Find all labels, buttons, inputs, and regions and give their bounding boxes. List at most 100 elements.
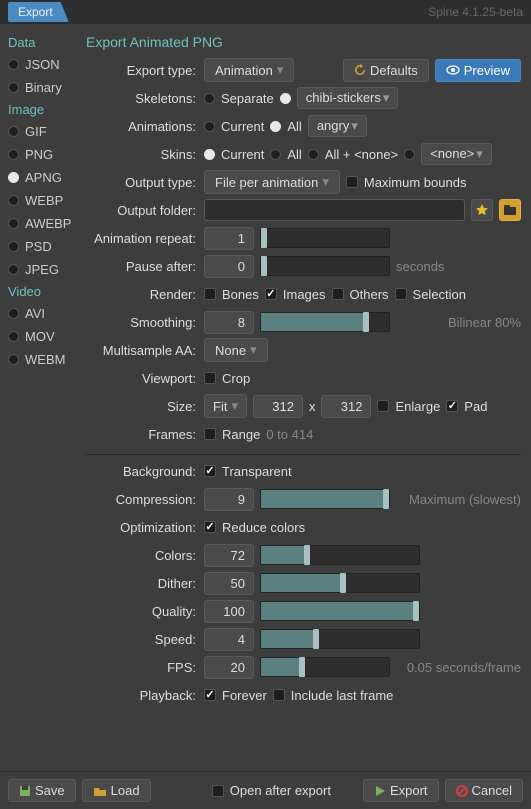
- skin-all-radio[interactable]: [270, 149, 281, 160]
- cancel-icon: [456, 785, 468, 797]
- msaa-label: Multisample AA:: [86, 343, 198, 358]
- anim-all-radio[interactable]: [270, 121, 281, 132]
- anim-current-radio[interactable]: [204, 121, 215, 132]
- reduce-colors-check[interactable]: [204, 521, 216, 533]
- skin-none-radio[interactable]: [404, 149, 415, 160]
- pause-after-value[interactable]: 0: [204, 255, 254, 278]
- sidebar-item-label: WEBP: [25, 193, 63, 208]
- anim-repeat-value[interactable]: 1: [204, 227, 254, 250]
- sidebar-item-apng[interactable]: APNG: [4, 166, 76, 189]
- export-tab[interactable]: Export: [8, 2, 69, 22]
- fps-label: FPS:: [86, 660, 198, 675]
- render-images-check[interactable]: [265, 288, 277, 300]
- sidebar-item-label: GIF: [25, 124, 47, 139]
- size-pad-check[interactable]: [446, 400, 458, 412]
- sidebar-item-jpeg[interactable]: JPEG: [4, 258, 76, 281]
- maxbounds-check[interactable]: [346, 176, 358, 188]
- skin-allnone-radio[interactable]: [308, 149, 319, 160]
- skeletons-separate-radio[interactable]: [204, 93, 215, 104]
- favorite-button[interactable]: [471, 199, 493, 221]
- output-folder-label: Output folder:: [86, 203, 198, 218]
- compression-slider[interactable]: [260, 489, 390, 509]
- fps-info: 0.05 seconds/frame: [407, 660, 521, 675]
- size-enlarge-text: Enlarge: [395, 399, 440, 414]
- export-type-select[interactable]: Animation▾: [204, 58, 294, 82]
- skin-none-tag[interactable]: <none>▾: [421, 143, 492, 165]
- browse-button[interactable]: [499, 199, 521, 221]
- render-bones-check[interactable]: [204, 288, 216, 300]
- skin-current-text: Current: [221, 147, 264, 162]
- sidebar-item-json[interactable]: JSON: [4, 53, 76, 76]
- cancel-button[interactable]: Cancel: [445, 779, 523, 802]
- main-panel: Export Animated PNG Export type: Animati…: [80, 24, 531, 771]
- sidebar-item-label: JSON: [25, 57, 60, 72]
- anim-tag[interactable]: angry▾: [308, 115, 367, 137]
- sidebar-item-png[interactable]: PNG: [4, 143, 76, 166]
- size-pad-text: Pad: [464, 399, 487, 414]
- skeletons-list-radio[interactable]: [280, 93, 291, 104]
- fps-value[interactable]: 20: [204, 656, 254, 679]
- eye-icon: [446, 65, 460, 75]
- quality-slider[interactable]: [260, 601, 420, 621]
- sidebar-item-webp[interactable]: WEBP: [4, 189, 76, 212]
- dither-slider[interactable]: [260, 573, 420, 593]
- quality-value[interactable]: 100: [204, 600, 254, 623]
- sidebar-item-label: AWEBP: [25, 216, 71, 231]
- radio-icon: [8, 82, 19, 93]
- size-fit-select[interactable]: Fit▾: [204, 394, 247, 418]
- anim-repeat-label: Animation repeat:: [86, 231, 198, 246]
- pause-after-label: Pause after:: [86, 259, 198, 274]
- msaa-select[interactable]: None▾: [204, 338, 268, 362]
- sidebar-item-label: PSD: [25, 239, 52, 254]
- background-transparent-check[interactable]: [204, 465, 216, 477]
- pause-after-slider[interactable]: [260, 256, 390, 276]
- render-selection-check[interactable]: [395, 288, 407, 300]
- smoothing-value[interactable]: 8: [204, 311, 254, 334]
- sidebar-item-avi[interactable]: AVI: [4, 302, 76, 325]
- sidebar-item-awebp[interactable]: AWEBP: [4, 212, 76, 235]
- sidebar-item-label: AVI: [25, 306, 45, 321]
- frames-range-text: Range: [222, 427, 260, 442]
- sidebar-item-webm[interactable]: WEBM: [4, 348, 76, 371]
- dither-value[interactable]: 50: [204, 572, 254, 595]
- anim-repeat-slider[interactable]: [260, 228, 390, 248]
- optimization-label: Optimization:: [86, 520, 198, 535]
- speed-value[interactable]: 4: [204, 628, 254, 651]
- output-type-select[interactable]: File per animation▾: [204, 170, 340, 194]
- load-button[interactable]: Load: [82, 779, 151, 802]
- skin-all-text: All: [287, 147, 301, 162]
- sidebar-item-mov[interactable]: MOV: [4, 325, 76, 348]
- compression-value[interactable]: 9: [204, 488, 254, 511]
- background-label: Background:: [86, 464, 198, 479]
- save-button[interactable]: Save: [8, 779, 76, 802]
- open-after-check[interactable]: [212, 785, 224, 797]
- open-after-text: Open after export: [230, 783, 331, 798]
- smoothing-slider[interactable]: [260, 312, 390, 332]
- export-button[interactable]: Export: [363, 779, 439, 802]
- colors-value[interactable]: 72: [204, 544, 254, 567]
- render-others-check[interactable]: [332, 288, 344, 300]
- size-enlarge-check[interactable]: [377, 400, 389, 412]
- render-images-text: Images: [283, 287, 326, 302]
- sidebar-item-psd[interactable]: PSD: [4, 235, 76, 258]
- size-label: Size:: [86, 399, 198, 414]
- viewport-crop-check[interactable]: [204, 372, 216, 384]
- fps-slider[interactable]: [260, 657, 390, 677]
- defaults-button[interactable]: Defaults: [343, 59, 429, 82]
- preview-button[interactable]: Preview: [435, 59, 521, 82]
- speed-slider[interactable]: [260, 629, 420, 649]
- frames-range-check[interactable]: [204, 428, 216, 440]
- radio-icon: [8, 308, 19, 319]
- size-height[interactable]: 312: [321, 395, 371, 418]
- colors-slider[interactable]: [260, 545, 420, 565]
- star-icon: [475, 203, 489, 217]
- sidebar-item-gif[interactable]: GIF: [4, 120, 76, 143]
- dither-label: Dither:: [86, 576, 198, 591]
- sidebar-item-binary[interactable]: Binary: [4, 76, 76, 99]
- playback-forever-check[interactable]: [204, 689, 216, 701]
- skin-current-radio[interactable]: [204, 149, 215, 160]
- size-width[interactable]: 312: [253, 395, 303, 418]
- skeleton-tag[interactable]: chibi-stickers▾: [297, 87, 399, 109]
- playback-last-check[interactable]: [273, 689, 285, 701]
- output-folder-input[interactable]: [204, 199, 465, 221]
